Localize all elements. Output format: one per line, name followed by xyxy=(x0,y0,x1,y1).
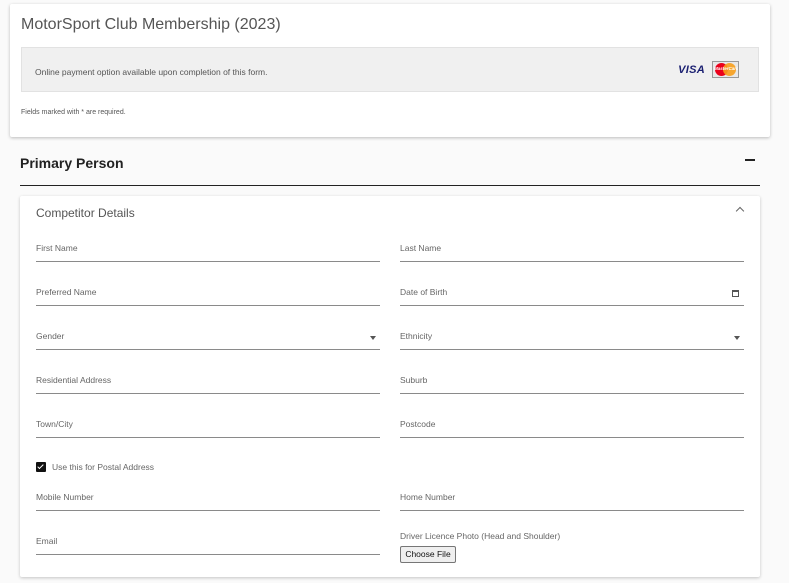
section-title-primary-person: Primary Person xyxy=(20,155,124,171)
mastercard-wordmark: MasterCard xyxy=(714,66,739,71)
town-city-label: Town/City xyxy=(36,419,73,429)
payment-notice-box: Online payment option available upon com… xyxy=(21,47,759,92)
minus-icon[interactable] xyxy=(745,159,755,161)
suburb-label: Suburb xyxy=(400,375,428,385)
preferred-name-label: Preferred Name xyxy=(36,287,97,297)
home-number-field[interactable]: Home Number xyxy=(400,489,744,511)
section-divider xyxy=(20,185,760,186)
postal-address-checkbox-label[interactable]: Use this for Postal Address xyxy=(52,462,154,472)
suburb-field[interactable]: Suburb xyxy=(400,372,744,394)
licence-photo-label: Driver Licence Photo (Head and Shoulder) xyxy=(400,531,561,541)
gender-select[interactable]: Gender xyxy=(36,328,380,350)
choose-file-button[interactable]: Choose File xyxy=(400,546,456,563)
residential-address-label: Residential Address xyxy=(36,375,112,385)
date-of-birth-field[interactable]: Date of Birth xyxy=(400,284,744,306)
first-name-field[interactable]: First Name xyxy=(36,240,380,262)
gender-label: Gender xyxy=(36,331,65,341)
first-name-label: First Name xyxy=(36,243,78,253)
email-field[interactable]: Email xyxy=(36,533,380,555)
town-city-field[interactable]: Town/City xyxy=(36,416,380,438)
required-fields-note: Fields marked with * are required. xyxy=(21,109,126,116)
dropdown-arrow-icon[interactable] xyxy=(370,336,376,340)
last-name-field[interactable]: Last Name xyxy=(400,240,744,262)
mobile-number-label: Mobile Number xyxy=(36,492,94,502)
email-label: Email xyxy=(36,536,58,546)
payment-notice-text: Online payment option available upon com… xyxy=(35,67,268,77)
mobile-number-field[interactable]: Mobile Number xyxy=(36,489,380,511)
dropdown-arrow-icon[interactable] xyxy=(734,336,740,340)
ethnicity-label: Ethnicity xyxy=(400,331,433,341)
residential-address-field[interactable]: Residential Address xyxy=(36,372,380,394)
preferred-name-field[interactable]: Preferred Name xyxy=(36,284,380,306)
postcode-field[interactable]: Postcode xyxy=(400,416,744,438)
visa-logo: VISA xyxy=(678,64,705,76)
ethnicity-select[interactable]: Ethnicity xyxy=(400,328,744,350)
calendar-icon[interactable] xyxy=(732,290,739,297)
last-name-label: Last Name xyxy=(400,243,442,253)
postcode-label: Postcode xyxy=(400,419,436,429)
panel-title[interactable]: Competitor Details xyxy=(36,206,135,220)
chevron-up-icon[interactable] xyxy=(735,206,745,216)
mastercard-logo: MasterCard xyxy=(712,61,739,78)
postal-address-checkbox[interactable] xyxy=(36,462,46,472)
form-header-card: MotorSport Club Membership (2023) Online… xyxy=(10,4,770,137)
date-of-birth-label: Date of Birth xyxy=(400,287,448,297)
page-title: MotorSport Club Membership (2023) xyxy=(21,16,281,33)
home-number-label: Home Number xyxy=(400,492,456,502)
